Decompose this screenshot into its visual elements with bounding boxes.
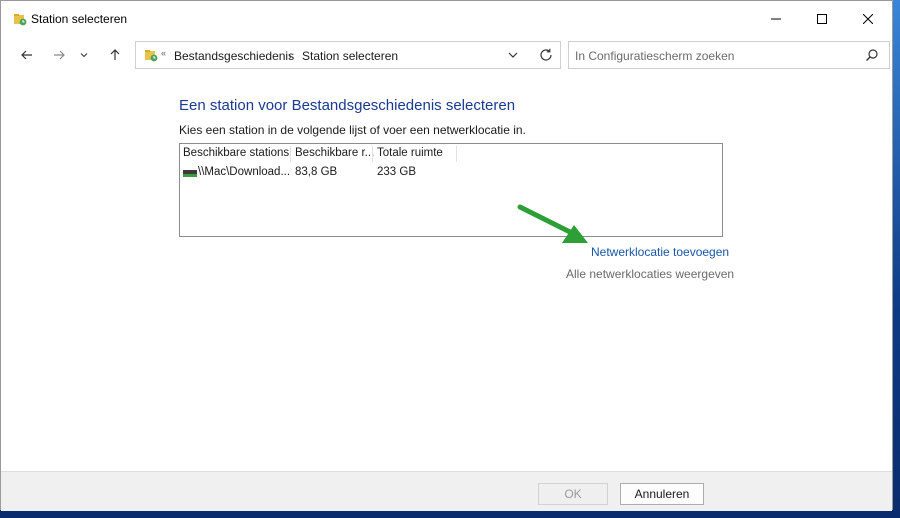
maximize-icon xyxy=(817,14,827,24)
minimize-icon xyxy=(771,18,781,20)
cell-station: \\Mac\Download... xyxy=(198,166,291,178)
folder-history-icon xyxy=(14,14,27,26)
title-bar: Station selecteren xyxy=(1,1,892,37)
refresh-icon[interactable] xyxy=(538,47,554,63)
up-icon xyxy=(110,49,120,60)
instruction-text: Kies een station in de volgende lijst of… xyxy=(179,123,526,137)
dialog-window: Station selecteren « Bestandsgeschiedeni… xyxy=(0,0,893,511)
breadcrumb-station-selecteren[interactable]: Station selecteren xyxy=(302,49,398,63)
breadcrumb-bestandsgeschiedenis[interactable]: Bestandsgeschiedenis xyxy=(174,49,294,63)
forward-button[interactable] xyxy=(47,43,71,67)
drive-list[interactable]: Beschikbare stations Beschikbare r... To… xyxy=(179,143,723,237)
search-input[interactable]: In Configuratiescherm zoeken xyxy=(575,49,734,63)
cancel-button[interactable]: Annuleren xyxy=(620,483,704,505)
close-button[interactable] xyxy=(845,1,891,37)
maximize-button[interactable] xyxy=(799,1,845,37)
recent-dropdown-icon xyxy=(80,53,88,58)
back-button[interactable] xyxy=(15,43,39,67)
back-icon xyxy=(21,50,32,60)
ok-button[interactable]: OK xyxy=(538,483,608,505)
minimize-button[interactable] xyxy=(753,1,799,37)
chevron-down-icon[interactable] xyxy=(506,48,520,62)
column-divider[interactable] xyxy=(290,146,291,162)
add-network-location-link[interactable]: Netwerklocatie toevoegen xyxy=(591,245,729,259)
folder-history-icon xyxy=(145,50,158,62)
search-box[interactable]: In Configuratiescherm zoeken xyxy=(568,41,890,69)
forward-icon xyxy=(54,50,65,60)
list-item[interactable]: \\Mac\Download... 83,8 GB 233 GB xyxy=(180,164,722,182)
cell-available: 83,8 GB xyxy=(295,166,338,178)
show-all-network-locations-link[interactable]: Alle netwerklocaties weergeven xyxy=(566,267,734,281)
close-icon xyxy=(863,14,873,24)
window-title: Station selecteren xyxy=(31,12,128,26)
column-header-available-space[interactable]: Beschikbare r... xyxy=(295,147,374,159)
breadcrumb-separator[interactable]: › xyxy=(288,49,292,63)
column-header-total-space[interactable]: Totale ruimte xyxy=(377,147,443,159)
network-drive-icon xyxy=(183,170,197,177)
recent-locations-button[interactable] xyxy=(75,43,93,67)
up-button[interactable] xyxy=(103,43,127,67)
page-title: Een station voor Bestandsgeschiedenis se… xyxy=(179,97,516,114)
hidden-path-indicator[interactable]: « xyxy=(161,48,166,58)
column-header-available-stations[interactable]: Beschikbare stations xyxy=(183,147,289,159)
column-divider[interactable] xyxy=(456,146,457,162)
search-icon[interactable] xyxy=(865,48,879,62)
address-bar[interactable]: « Bestandsgeschiedenis › Station selecte… xyxy=(135,41,561,69)
button-bar: OK Annuleren xyxy=(1,471,892,511)
green-arrow-icon xyxy=(517,204,588,243)
list-header: Beschikbare stations Beschikbare r... To… xyxy=(180,144,722,162)
cell-total: 233 GB xyxy=(377,166,416,178)
column-divider[interactable] xyxy=(372,146,373,162)
